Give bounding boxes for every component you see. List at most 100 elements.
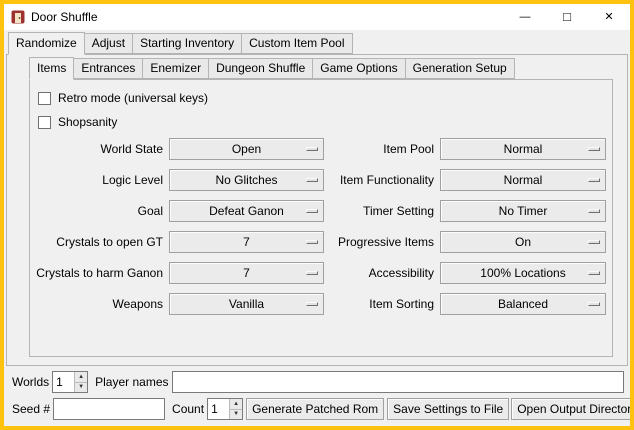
count-spinner-arrows: ▲ ▼	[229, 399, 242, 419]
shopsanity-checkbox-row[interactable]: Shopsanity	[38, 110, 612, 134]
dropdown-indicator-icon	[588, 271, 600, 275]
retro-mode-checkbox[interactable]	[38, 92, 51, 105]
retro-mode-checkbox-row[interactable]: Retro mode (universal keys)	[38, 86, 612, 110]
sub-tab-bar: Items Entrances Enemizer Dungeon Shuffle…	[29, 57, 627, 79]
tab-game-options[interactable]: Game Options	[312, 58, 405, 79]
item-pool-dropdown[interactable]: Normal	[440, 138, 606, 160]
timer-setting-value: No Timer	[499, 204, 548, 218]
logic-level-label: Logic Level	[36, 173, 164, 187]
accessibility-value: 100% Locations	[480, 266, 565, 280]
main-tab-bar: Randomize Adjust Starting Inventory Cust…	[8, 32, 628, 54]
crystals-harm-ganon-label: Crystals to harm Ganon	[36, 266, 164, 280]
maximize-icon: □	[563, 10, 571, 23]
accessibility-dropdown[interactable]: 100% Locations	[440, 262, 606, 284]
weapons-dropdown[interactable]: Vanilla	[169, 293, 324, 315]
player-names-input[interactable]	[172, 371, 625, 393]
titlebar[interactable]: Door Shuffle — □ ✕	[4, 4, 630, 30]
spin-down-icon[interactable]: ▼	[75, 382, 87, 393]
tab-dungeon-shuffle[interactable]: Dungeon Shuffle	[208, 58, 313, 79]
minimize-icon: —	[520, 12, 531, 23]
weapons-value: Vanilla	[229, 297, 264, 311]
goal-value: Defeat Ganon	[209, 204, 284, 218]
tab-items[interactable]: Items	[29, 57, 74, 80]
item-sorting-value: Balanced	[498, 297, 548, 311]
worlds-label: Worlds	[12, 375, 49, 389]
item-sorting-label: Item Sorting	[329, 297, 435, 311]
item-functionality-dropdown[interactable]: Normal	[440, 169, 606, 191]
progressive-items-dropdown[interactable]: On	[440, 231, 606, 253]
item-functionality-value: Normal	[504, 173, 543, 187]
tab-entrances[interactable]: Entrances	[73, 58, 143, 79]
crystals-open-gt-label: Crystals to open GT	[36, 235, 164, 249]
save-settings-button[interactable]: Save Settings to File	[387, 398, 509, 420]
tab-generation-setup[interactable]: Generation Setup	[405, 58, 515, 79]
logic-level-dropdown[interactable]: No Glitches	[169, 169, 324, 191]
player-names-label: Player names	[95, 375, 168, 389]
dropdown-indicator-icon	[306, 302, 318, 306]
dropdown-indicator-icon	[306, 271, 318, 275]
close-button[interactable]: ✕	[588, 4, 630, 30]
weapons-label: Weapons	[36, 297, 164, 311]
dropdown-indicator-icon	[588, 147, 600, 151]
footer-row-1: Worlds ▲ ▼ Player names	[12, 371, 624, 393]
crystals-open-gt-dropdown[interactable]: 7	[169, 231, 324, 253]
seed-label: Seed #	[12, 402, 50, 416]
minimize-button[interactable]: —	[504, 4, 546, 30]
crystals-harm-ganon-dropdown[interactable]: 7	[169, 262, 324, 284]
open-output-button[interactable]: Open Output Directory	[511, 398, 634, 420]
window-title: Door Shuffle	[31, 10, 98, 24]
shopsanity-checkbox[interactable]	[38, 116, 51, 129]
window: Door Shuffle — □ ✕ Randomize Adjust Star…	[0, 0, 634, 430]
footer-row-2: Seed # Count ▲ ▼ Generate Patched Rom Sa…	[12, 398, 624, 420]
settings-grid: World State Open Item Pool Normal Logic …	[36, 138, 612, 315]
dropdown-indicator-icon	[588, 302, 600, 306]
crystals-open-gt-value: 7	[243, 235, 250, 249]
tab-starting-inventory[interactable]: Starting Inventory	[132, 33, 242, 54]
seed-input[interactable]	[53, 398, 165, 420]
footer-right-buttons: Save Settings to File Open Output Direct…	[387, 398, 634, 420]
goal-label: Goal	[36, 204, 164, 218]
client-area: Randomize Adjust Starting Inventory Cust…	[4, 30, 630, 426]
crystals-harm-ganon-value: 7	[243, 266, 250, 280]
dropdown-indicator-icon	[588, 240, 600, 244]
worlds-spinner[interactable]: ▲ ▼	[52, 371, 88, 393]
count-label: Count	[172, 402, 204, 416]
tab-custom-item-pool[interactable]: Custom Item Pool	[241, 33, 352, 54]
tab-randomize[interactable]: Randomize	[8, 32, 85, 55]
progressive-items-value: On	[515, 235, 531, 249]
logic-level-value: No Glitches	[215, 173, 277, 187]
spin-down-icon[interactable]: ▼	[230, 409, 242, 420]
dropdown-indicator-icon	[588, 209, 600, 213]
dropdown-indicator-icon	[306, 209, 318, 213]
dropdown-indicator-icon	[306, 147, 318, 151]
timer-setting-dropdown[interactable]: No Timer	[440, 200, 606, 222]
items-pane: Retro mode (universal keys) Shopsanity W…	[29, 79, 613, 357]
accessibility-label: Accessibility	[329, 266, 435, 280]
count-spinner-input[interactable]	[208, 399, 229, 419]
tab-adjust[interactable]: Adjust	[84, 33, 133, 54]
world-state-dropdown[interactable]: Open	[169, 138, 324, 160]
timer-setting-label: Timer Setting	[329, 204, 435, 218]
dropdown-indicator-icon	[588, 178, 600, 182]
shopsanity-label: Shopsanity	[58, 115, 117, 129]
item-sorting-dropdown[interactable]: Balanced	[440, 293, 606, 315]
spin-up-icon[interactable]: ▲	[75, 372, 87, 382]
footer: Worlds ▲ ▼ Player names Seed # Count	[12, 371, 624, 420]
world-state-value: Open	[232, 142, 261, 156]
tab-enemizer[interactable]: Enemizer	[142, 58, 209, 79]
dropdown-indicator-icon	[306, 240, 318, 244]
randomize-pane: Items Entrances Enemizer Dungeon Shuffle…	[6, 54, 628, 366]
app-icon[interactable]	[11, 10, 25, 24]
count-spinner[interactable]: ▲ ▼	[207, 398, 243, 420]
worlds-spinner-input[interactable]	[53, 372, 74, 392]
goal-dropdown[interactable]: Defeat Ganon	[169, 200, 324, 222]
spin-up-icon[interactable]: ▲	[230, 399, 242, 409]
progressive-items-label: Progressive Items	[329, 235, 435, 249]
maximize-button[interactable]: □	[546, 4, 588, 30]
close-icon: ✕	[604, 12, 613, 23]
generate-rom-button[interactable]: Generate Patched Rom	[246, 398, 384, 420]
window-controls: — □ ✕	[504, 4, 630, 30]
retro-mode-label: Retro mode (universal keys)	[58, 91, 208, 105]
dropdown-indicator-icon	[306, 178, 318, 182]
world-state-label: World State	[36, 142, 164, 156]
